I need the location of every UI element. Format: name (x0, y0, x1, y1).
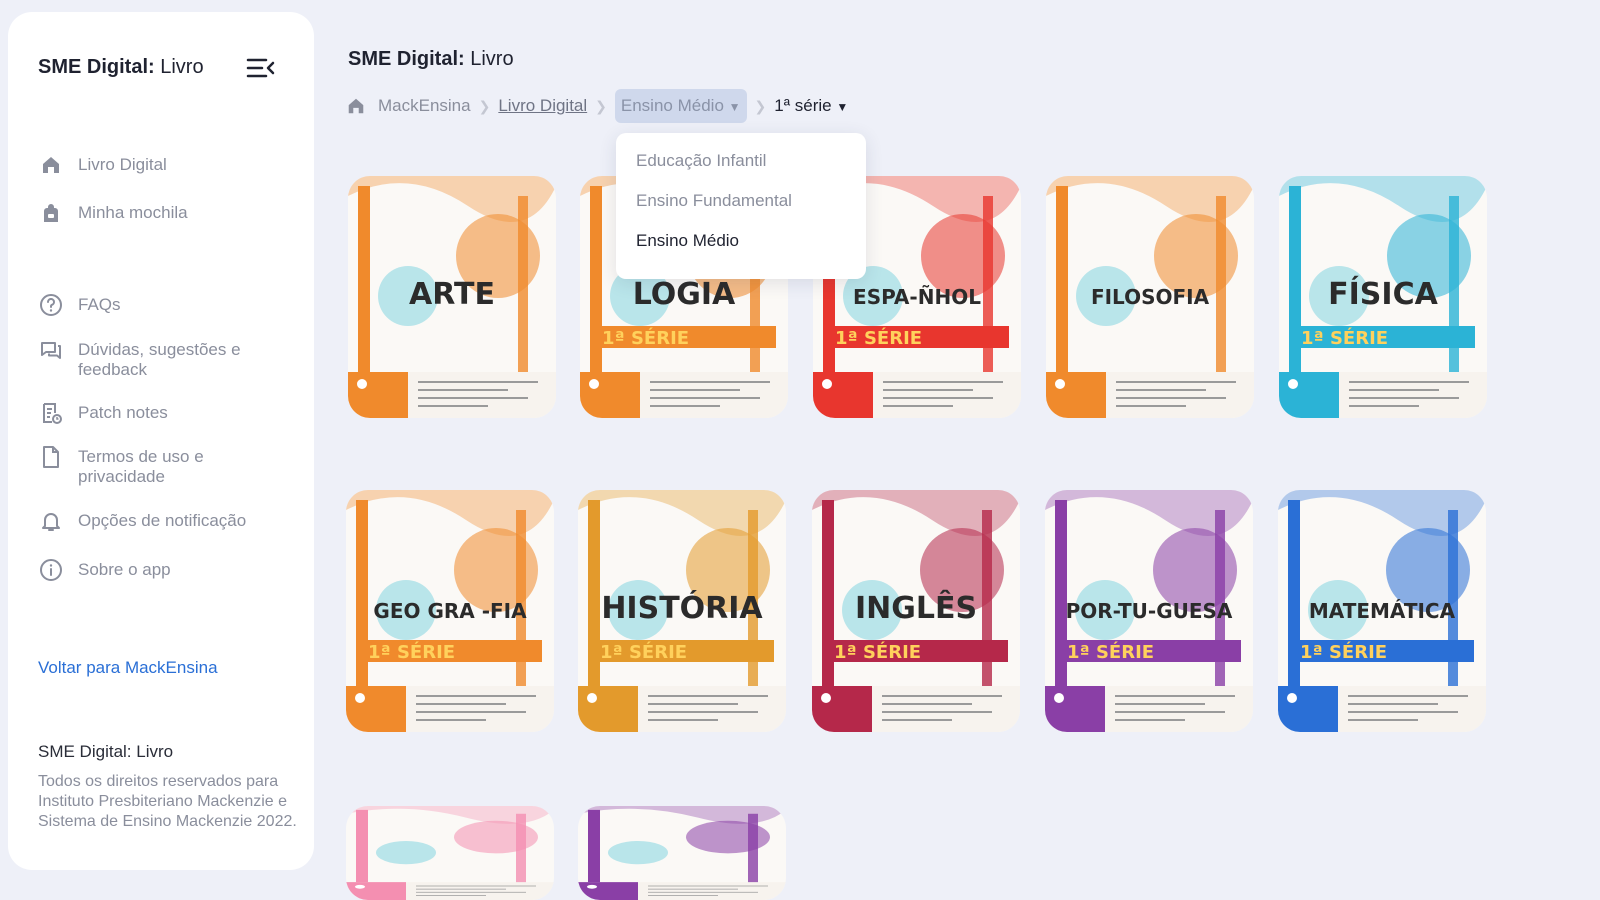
book-series-label: 1ª SÉRIE (1067, 641, 1154, 663)
book-cover[interactable]: 1ª SÉRIE FÍSICA (1279, 176, 1487, 418)
book-title: ESPA-ÑHOL (853, 285, 981, 309)
book-title: ARTE (409, 277, 495, 312)
sidebar-item-label: Minha mochila (78, 203, 188, 222)
chevron-right-icon: ❯ (478, 97, 491, 114)
chevron-right-icon: ❯ (754, 97, 767, 114)
book-series-label: 1ª SÉRIE (1300, 641, 1387, 663)
sidebar-item-label: Livro Digital (78, 155, 167, 174)
footer-copyright: Todos os direitos reservados para Instit… (38, 773, 297, 830)
help-circle-icon (38, 292, 64, 318)
breadcrumb-livro-digital[interactable]: Livro Digital (498, 96, 587, 116)
book-cover[interactable]: 1ª SÉRIE MATEMÁTICA (1278, 490, 1486, 732)
sidebar-item-termos[interactable]: Termos de uso e privacidade (38, 444, 268, 487)
book-title: MATEMÁTICA (1309, 599, 1456, 623)
page-title: SME Digital: Livro (348, 48, 514, 70)
breadcrumb-mackensina[interactable]: MackEnsina (378, 96, 471, 116)
back-to-mackensina-link[interactable]: Voltar para MackEnsina (38, 658, 218, 678)
sidebar-item-label: FAQs (78, 295, 121, 314)
book-title: FÍSICA (1328, 276, 1438, 312)
collapse-menu-icon[interactable] (246, 56, 276, 80)
dropdown-option-ensino-fundamental[interactable]: Ensino Fundamental (636, 191, 792, 211)
book-cover[interactable]: FILOSOFIA (1046, 176, 1254, 418)
breadcrumb-level-select[interactable]: Ensino Médio ▼ (614, 89, 747, 123)
sidebar-item-sobre[interactable]: Sobre o app (38, 557, 268, 583)
bell-icon (38, 508, 64, 534)
caret-down-icon: ▼ (728, 100, 741, 114)
book-series-label: 1ª SÉRIE (834, 641, 921, 663)
sidebar-item-notificacoes[interactable]: Opções de notificação (38, 508, 268, 534)
book-cover[interactable] (346, 806, 554, 900)
sidebar-item-livro-digital[interactable]: Livro Digital (38, 152, 268, 178)
chat-icon (38, 337, 64, 363)
book-series-label: 1ª SÉRIE (1301, 327, 1388, 349)
sidebar-item-minha-mochila[interactable]: Minha mochila (38, 200, 268, 226)
level-dropdown-menu: Educação Infantil Ensino Fundamental Ens… (616, 133, 866, 279)
backpack-icon (38, 200, 64, 226)
book-cover[interactable]: 1ª SÉRIE INGLÊS (812, 490, 1020, 732)
footer-title: SME Digital: Livro (38, 742, 174, 761)
book-cover[interactable] (578, 806, 786, 900)
book-cover[interactable]: 1ª SÉRIE HISTÓRIA (578, 490, 786, 732)
dropdown-option-ensino-medio[interactable]: Ensino Médio (636, 231, 739, 251)
info-icon (38, 557, 64, 583)
book-series-label: 1ª SÉRIE (368, 641, 455, 663)
sidebar-item-feedback[interactable]: Dúvidas, sugestões e feedback (38, 337, 268, 380)
book-cover[interactable]: ARTE (348, 176, 556, 418)
chevron-right-icon: ❯ (595, 97, 607, 114)
sidebar-item-label: Patch notes (78, 403, 168, 422)
sidebar-item-faqs[interactable]: FAQs (38, 292, 268, 318)
book-title: HISTÓRIA (601, 589, 763, 626)
book-series-label: 1ª SÉRIE (602, 327, 689, 349)
home-icon (38, 152, 64, 178)
home-icon[interactable] (346, 96, 366, 116)
notes-icon (38, 400, 64, 426)
book-series-label: 1ª SÉRIE (835, 327, 922, 349)
sidebar-item-label: Sobre o app (78, 560, 171, 579)
book-series-label: 1ª SÉRIE (600, 641, 687, 663)
book-title: FILOSOFIA (1091, 285, 1210, 309)
dropdown-option-educacao-infantil[interactable]: Educação Infantil (636, 151, 766, 171)
book-title: LOGIA (633, 277, 736, 312)
book-cover[interactable]: 1ª SÉRIE POR-TU-GUESA (1045, 490, 1253, 732)
sidebar-item-label: Opções de notificação (78, 511, 247, 530)
sidebar-item-patch-notes[interactable]: Patch notes (38, 400, 268, 426)
caret-down-icon: ▼ (836, 100, 849, 114)
document-icon (38, 444, 64, 470)
breadcrumb: MackEnsina ❯ Livro Digital ❯ Ensino Médi… (346, 88, 848, 124)
book-title: GEO GRA -FIA (373, 599, 527, 623)
sidebar-item-label: Termos de uso e privacidade (78, 447, 204, 486)
book-title: POR-TU-GUESA (1066, 599, 1233, 623)
book-title: INGLÊS (855, 590, 977, 626)
sidebar-item-label: Dúvidas, sugestões e feedback (78, 340, 241, 379)
breadcrumb-serie-select[interactable]: 1ª série ▼ (774, 96, 848, 116)
sidebar: SME Digital: Livro Livro Digital Minha m… (8, 12, 314, 870)
book-cover[interactable]: 1ª SÉRIE GEO GRA -FIA (346, 490, 554, 732)
sidebar-app-title: SME Digital: Livro (38, 56, 204, 78)
